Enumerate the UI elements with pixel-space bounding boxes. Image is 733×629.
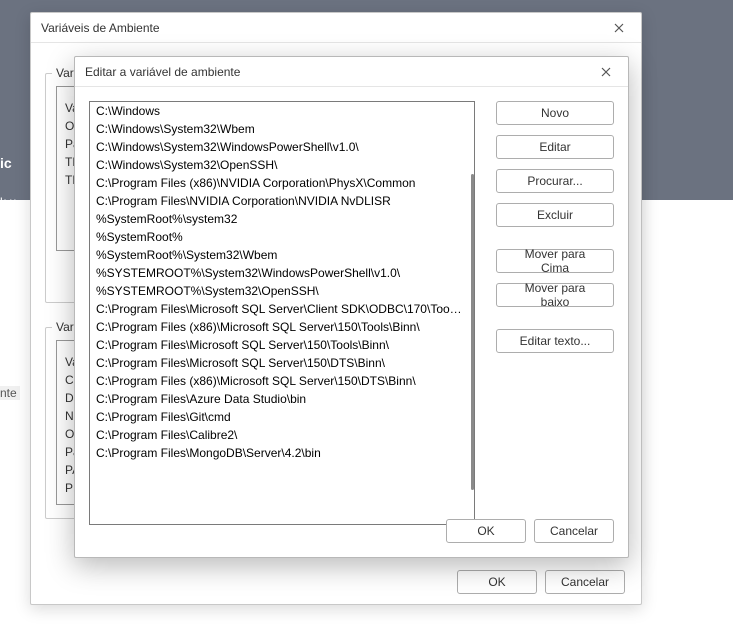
dialog-title: Editar a variável de ambiente xyxy=(85,65,240,79)
dialog-title: Variáveis de Ambiente xyxy=(41,21,160,35)
ok-button[interactable]: OK xyxy=(457,570,537,594)
move-up-button[interactable]: Mover para Cima xyxy=(496,249,614,273)
ok-button[interactable]: OK xyxy=(446,519,526,543)
path-item[interactable]: C:\Program Files (x86)\Microsoft SQL Ser… xyxy=(90,318,468,336)
delete-button[interactable]: Excluir xyxy=(496,203,614,227)
path-item[interactable]: C:\Program Files\Calibre2\ xyxy=(90,426,468,444)
path-item[interactable]: C:\Program Files\Microsoft SQL Server\Cl… xyxy=(90,300,468,318)
close-button[interactable] xyxy=(592,61,620,83)
cancel-button[interactable]: Cancelar xyxy=(534,519,614,543)
path-list-container: C:\WindowsC:\Windows\System32\WbemC:\Win… xyxy=(90,102,468,524)
close-icon xyxy=(614,23,624,33)
path-item[interactable]: %SystemRoot%\system32 xyxy=(90,210,468,228)
path-item[interactable]: C:\Program Files (x86)\Microsoft SQL Ser… xyxy=(90,372,468,390)
side-button-column: Novo Editar Procurar... Excluir Mover pa… xyxy=(496,101,614,353)
close-button[interactable] xyxy=(605,17,633,39)
path-item[interactable]: C:\Program Files\Microsoft SQL Server\15… xyxy=(90,336,468,354)
path-item[interactable]: C:\Program Files\Azure Data Studio\bin xyxy=(90,390,468,408)
move-down-button[interactable]: Mover para baixo xyxy=(496,283,614,307)
dialog-titlebar: Variáveis de Ambiente xyxy=(31,13,641,43)
path-item[interactable]: C:\Windows\System32\Wbem xyxy=(90,120,468,138)
bg-fragment-nte: nte xyxy=(0,386,20,400)
dialog-footer-buttons: OK Cancelar xyxy=(446,519,614,543)
path-item[interactable]: C:\Program Files\NVIDIA Corporation\NVID… xyxy=(90,192,468,210)
path-item[interactable]: C:\Program Files (x86)\NVIDIA Corporatio… xyxy=(90,174,468,192)
close-icon xyxy=(601,67,611,77)
path-listbox[interactable]: C:\WindowsC:\Windows\System32\WbemC:\Win… xyxy=(89,101,475,525)
browse-button[interactable]: Procurar... xyxy=(496,169,614,193)
edit-environment-variable-dialog: Editar a variável de ambiente C:\Windows… xyxy=(74,56,629,558)
new-button[interactable]: Novo xyxy=(496,101,614,125)
path-item[interactable]: C:\Program Files\MongoDB\Server\4.2\bin xyxy=(90,444,468,462)
path-item[interactable]: %SystemRoot% xyxy=(90,228,468,246)
scrollbar-thumb[interactable] xyxy=(471,174,474,490)
path-item[interactable]: C:\Windows\System32\OpenSSH\ xyxy=(90,156,468,174)
path-item[interactable]: C:\Program Files\Git\cmd xyxy=(90,408,468,426)
path-item[interactable]: C:\Windows\System32\WindowsPowerShell\v1… xyxy=(90,138,468,156)
edit-button[interactable]: Editar xyxy=(496,135,614,159)
bg-fragment-ic: ic xyxy=(0,155,12,171)
path-item[interactable]: C:\Program Files\Microsoft SQL Server\15… xyxy=(90,354,468,372)
dialog-titlebar: Editar a variável de ambiente xyxy=(75,57,628,87)
path-item[interactable]: %SYSTEMROOT%\System32\WindowsPowerShell\… xyxy=(90,264,468,282)
cancel-button[interactable]: Cancelar xyxy=(545,570,625,594)
edit-text-button[interactable]: Editar texto... xyxy=(496,329,614,353)
path-item[interactable]: C:\Windows xyxy=(90,102,468,120)
dialog-body: C:\WindowsC:\Windows\System32\WbemC:\Win… xyxy=(75,87,628,557)
bg-fragment-k: k × xyxy=(0,195,16,209)
path-item[interactable]: %SystemRoot%\System32\Wbem xyxy=(90,246,468,264)
path-item[interactable]: %SYSTEMROOT%\System32\OpenSSH\ xyxy=(90,282,468,300)
dialog-footer-buttons: OK Cancelar xyxy=(457,570,625,594)
